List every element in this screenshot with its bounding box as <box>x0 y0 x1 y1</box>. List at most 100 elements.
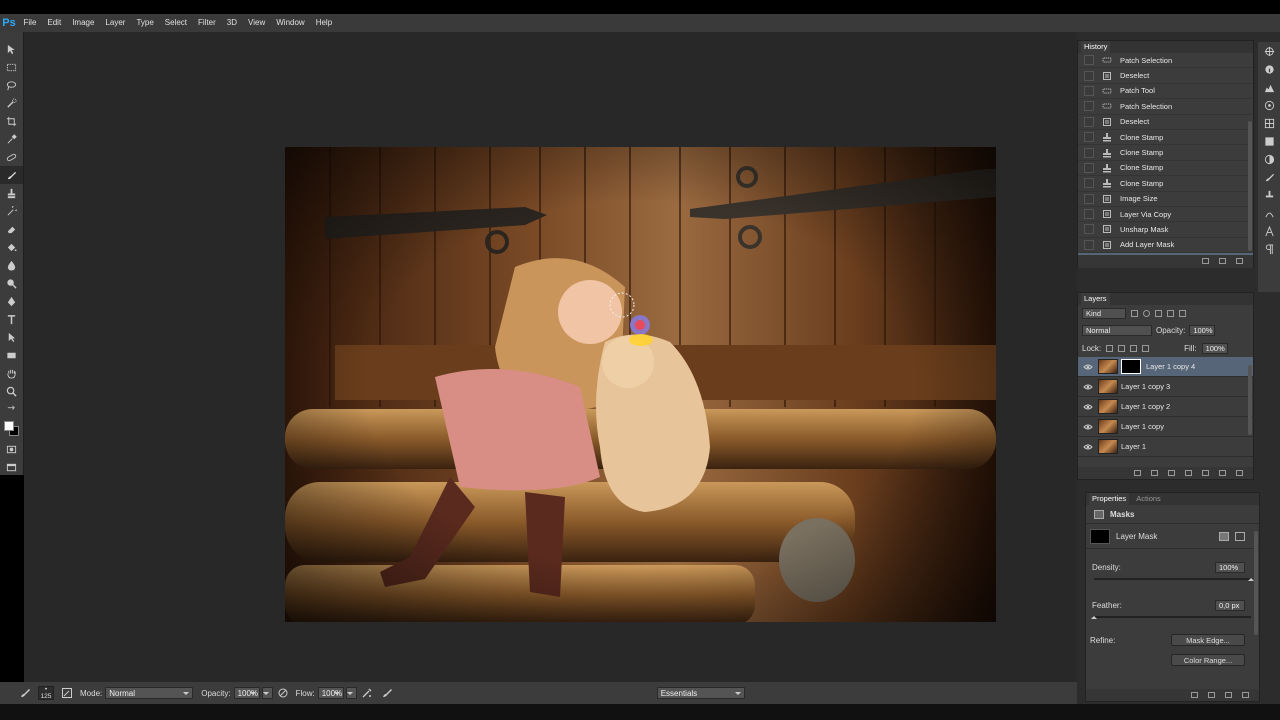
load-selection-icon[interactable] <box>1191 692 1198 698</box>
styles-panel-icon[interactable] <box>1258 132 1280 150</box>
visibility-eye-icon[interactable] <box>1078 363 1098 371</box>
navigator-panel-icon[interactable] <box>1258 42 1280 60</box>
history-snapshot-checkbox[interactable] <box>1084 55 1094 66</box>
link-layers-icon[interactable] <box>1134 470 1141 476</box>
filter-smart-object-icon[interactable] <box>1179 309 1186 317</box>
layer-row[interactable]: Layer 1 <box>1078 437 1253 457</box>
history-state[interactable]: Patch Selection <box>1078 99 1253 115</box>
clone-stamp-tool-icon[interactable] <box>0 184 23 202</box>
history-state[interactable]: Patch Selection <box>1078 53 1253 69</box>
visibility-eye-icon[interactable] <box>1078 403 1098 411</box>
quick-selection-tool-icon[interactable] <box>0 94 23 112</box>
properties-scrollbar[interactable] <box>1254 531 1258 635</box>
workspace-switcher[interactable]: Essentials <box>656 687 745 699</box>
history-brush-tool-icon[interactable] <box>0 202 23 220</box>
blur-tool-icon[interactable] <box>0 256 23 274</box>
layer-row[interactable]: Layer 1 copy 4 <box>1078 357 1253 377</box>
density-input[interactable]: 100% <box>1215 561 1245 573</box>
character-panel-icon[interactable] <box>1258 222 1280 240</box>
menu-image[interactable]: Image <box>67 14 100 32</box>
menu-type[interactable]: Type <box>131 14 159 32</box>
layer-style-icon[interactable] <box>1151 470 1158 476</box>
history-tab[interactable]: History <box>1081 41 1111 53</box>
mode-select[interactable]: Normal <box>105 687 194 699</box>
visibility-eye-icon[interactable] <box>1078 443 1098 451</box>
layer-row[interactable]: Layer 1 copy 3 <box>1078 377 1253 397</box>
flow-dropdown[interactable] <box>345 687 357 699</box>
hand-tool-icon[interactable] <box>0 364 23 382</box>
layer-row[interactable]: Layer 1 copy 2 <box>1078 397 1253 417</box>
lasso-tool-icon[interactable] <box>0 76 23 94</box>
layer-mask-thumbnail[interactable] <box>1121 359 1141 374</box>
opacity-dropdown[interactable] <box>261 687 273 699</box>
menu-file[interactable]: File <box>18 14 42 32</box>
filter-adjustment-icon[interactable] <box>1143 309 1150 317</box>
zoom-tool-icon[interactable] <box>0 382 23 400</box>
delete-state-icon[interactable] <box>1236 258 1243 264</box>
history-state[interactable]: Clone Stamp <box>1078 145 1253 161</box>
lock-position-icon[interactable] <box>1130 344 1138 352</box>
menu-help[interactable]: Help <box>310 14 337 32</box>
delete-mask-icon[interactable] <box>1242 692 1249 698</box>
history-state[interactable]: Image Size <box>1078 192 1253 207</box>
history-state[interactable]: Clone Stamp <box>1078 130 1253 146</box>
opacity-input[interactable]: 100% <box>233 687 260 699</box>
add-mask-icon[interactable] <box>1168 470 1175 476</box>
filter-pixel-icon[interactable] <box>1131 309 1138 317</box>
apply-mask-icon[interactable] <box>1208 692 1215 698</box>
menu-window[interactable]: Window <box>271 14 310 32</box>
path-selection-tool-icon[interactable] <box>0 328 23 346</box>
paragraph-panel-icon[interactable] <box>1258 240 1280 258</box>
eraser-tool-icon[interactable] <box>0 220 23 238</box>
lock-all-icon[interactable] <box>1142 344 1150 352</box>
document-canvas[interactable] <box>285 147 996 622</box>
airbrush-icon[interactable] <box>360 686 374 700</box>
layer-row[interactable]: Layer 1 copy <box>1078 417 1253 437</box>
new-layer-icon[interactable] <box>1219 470 1226 476</box>
swatches-panel-icon[interactable] <box>1258 114 1280 132</box>
visibility-eye-icon[interactable] <box>1078 383 1098 391</box>
toggle-mask-icon[interactable] <box>1225 692 1232 698</box>
histogram-panel-icon[interactable] <box>1258 78 1280 96</box>
brush-tool-icon[interactable] <box>0 166 23 184</box>
layer-filter-kind[interactable]: Kind <box>1082 307 1126 319</box>
add-vector-mask-icon[interactable] <box>1235 531 1245 541</box>
layer-opacity-input[interactable]: 100% <box>1189 324 1216 336</box>
new-group-icon[interactable] <box>1202 470 1209 476</box>
brush-presets-panel-icon[interactable] <box>1258 168 1280 186</box>
mask-edge-button[interactable]: Mask Edge... <box>1171 634 1245 646</box>
history-snapshot-checkbox[interactable] <box>1084 132 1094 143</box>
history-snapshot-checkbox[interactable] <box>1084 224 1094 235</box>
feather-slider[interactable] <box>1091 616 1251 619</box>
paths-panel-icon[interactable] <box>1258 204 1280 222</box>
history-snapshot-checkbox[interactable] <box>1084 209 1094 220</box>
pen-tool-icon[interactable] <box>0 292 23 310</box>
history-state[interactable]: Add Layer Mask <box>1078 238 1253 254</box>
history-snapshot-checkbox[interactable] <box>1084 193 1094 204</box>
color-range-button[interactable]: Color Range... <box>1171 654 1245 666</box>
dodge-tool-icon[interactable] <box>0 274 23 292</box>
history-state[interactable]: Clone Stamp <box>1078 176 1253 192</box>
brush-preset-icon[interactable] <box>18 686 32 700</box>
menu-filter[interactable]: Filter <box>193 14 222 32</box>
menu-select[interactable]: Select <box>159 14 192 32</box>
new-document-from-state-icon[interactable] <box>1202 258 1209 264</box>
actions-tab[interactable]: Actions <box>1133 493 1164 505</box>
history-state[interactable]: Unsharp Mask <box>1078 222 1253 238</box>
lock-transparent-icon[interactable] <box>1106 344 1114 352</box>
layers-scrollbar[interactable] <box>1248 365 1252 435</box>
menu-view[interactable]: View <box>243 14 271 32</box>
layer-fill-input[interactable]: 100% <box>1201 342 1228 354</box>
history-snapshot-checkbox[interactable] <box>1084 178 1094 189</box>
filter-shape-icon[interactable] <box>1167 309 1174 317</box>
history-snapshot-checkbox[interactable] <box>1084 147 1094 158</box>
properties-tab[interactable]: Properties <box>1089 493 1130 505</box>
screen-mode-icon[interactable] <box>0 458 23 476</box>
lock-image-icon[interactable] <box>1118 344 1126 352</box>
quick-mask-icon[interactable] <box>0 440 23 458</box>
pressure-size-icon[interactable] <box>380 686 394 700</box>
history-snapshot-checkbox[interactable] <box>1084 101 1094 112</box>
foreground-color-swatch[interactable] <box>4 421 14 431</box>
filter-type-icon[interactable] <box>1155 309 1162 317</box>
history-snapshot-checkbox[interactable] <box>1084 70 1094 81</box>
